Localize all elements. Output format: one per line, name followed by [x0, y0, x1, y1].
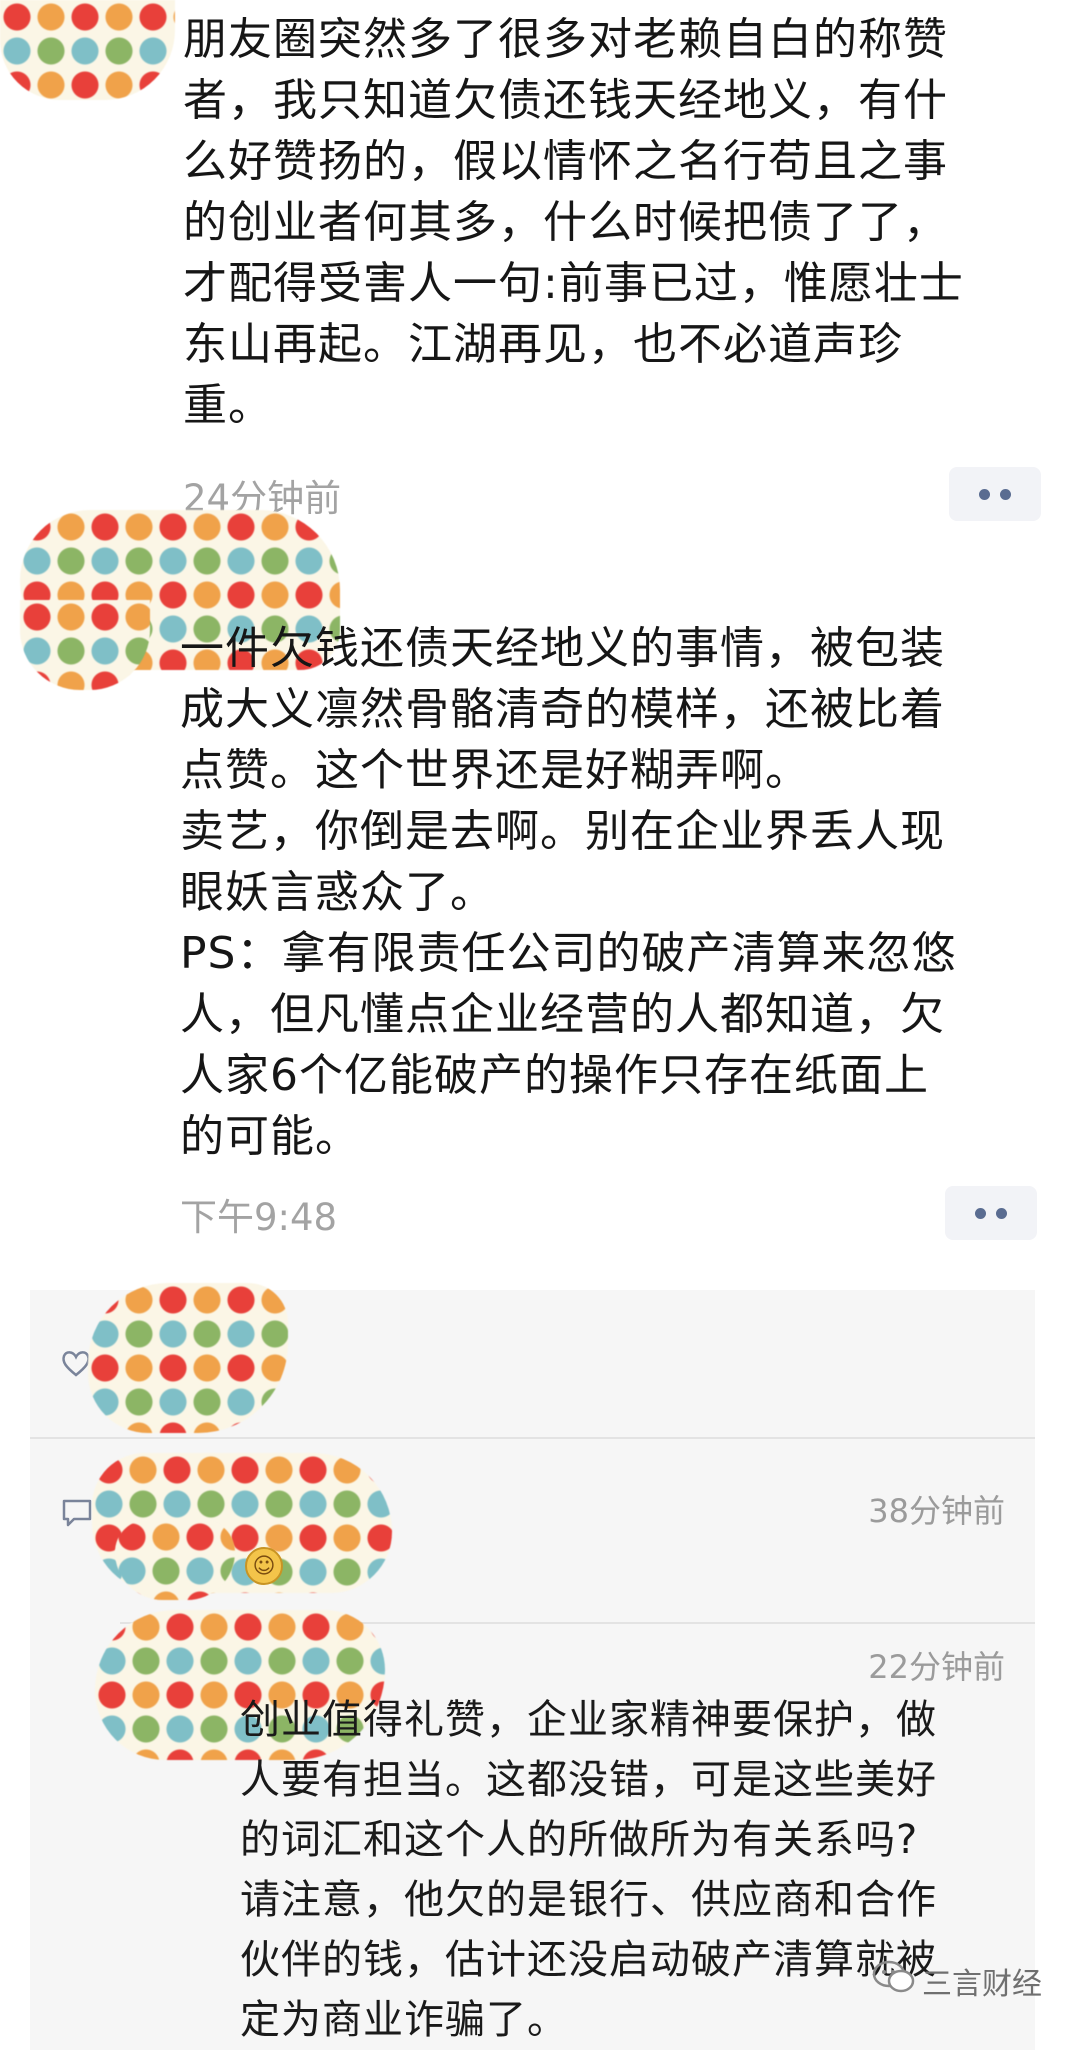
comment-time: 38分钟前 — [868, 1492, 1005, 1530]
more-dots-icon — [975, 1207, 986, 1219]
watermark: 三言财经 — [872, 1959, 1042, 2003]
avatar-blurred — [20, 600, 150, 690]
comment-time: 22分钟前 — [868, 1648, 1005, 1686]
comment-bubble-icon — [60, 1497, 94, 1529]
more-button[interactable] — [949, 467, 1041, 521]
commenter-avatar-blurred — [115, 1520, 235, 1600]
post-time: 下午9:48 — [180, 1196, 338, 1239]
post-text: 朋友圈突然多了很多对老赖自白的称赞 者，我只知道欠债还钱天经地义，有什 么好赞扬… — [183, 14, 964, 431]
post-text: 一件欠钱还债天经地义的事情，被包装 成大义凛然骨骼清奇的模样，还被比着 点赞。这… — [180, 623, 957, 1162]
avatar-blurred[interactable] — [0, 0, 175, 100]
thinking-face-emoji-icon: ☺ — [245, 1547, 283, 1585]
wechat-official-account-icon — [872, 1959, 916, 2003]
watermark-label: 三言财经 — [922, 1967, 1042, 2002]
divider — [30, 1437, 1035, 1439]
more-dots-icon — [979, 488, 990, 500]
more-button[interactable] — [945, 1186, 1037, 1240]
